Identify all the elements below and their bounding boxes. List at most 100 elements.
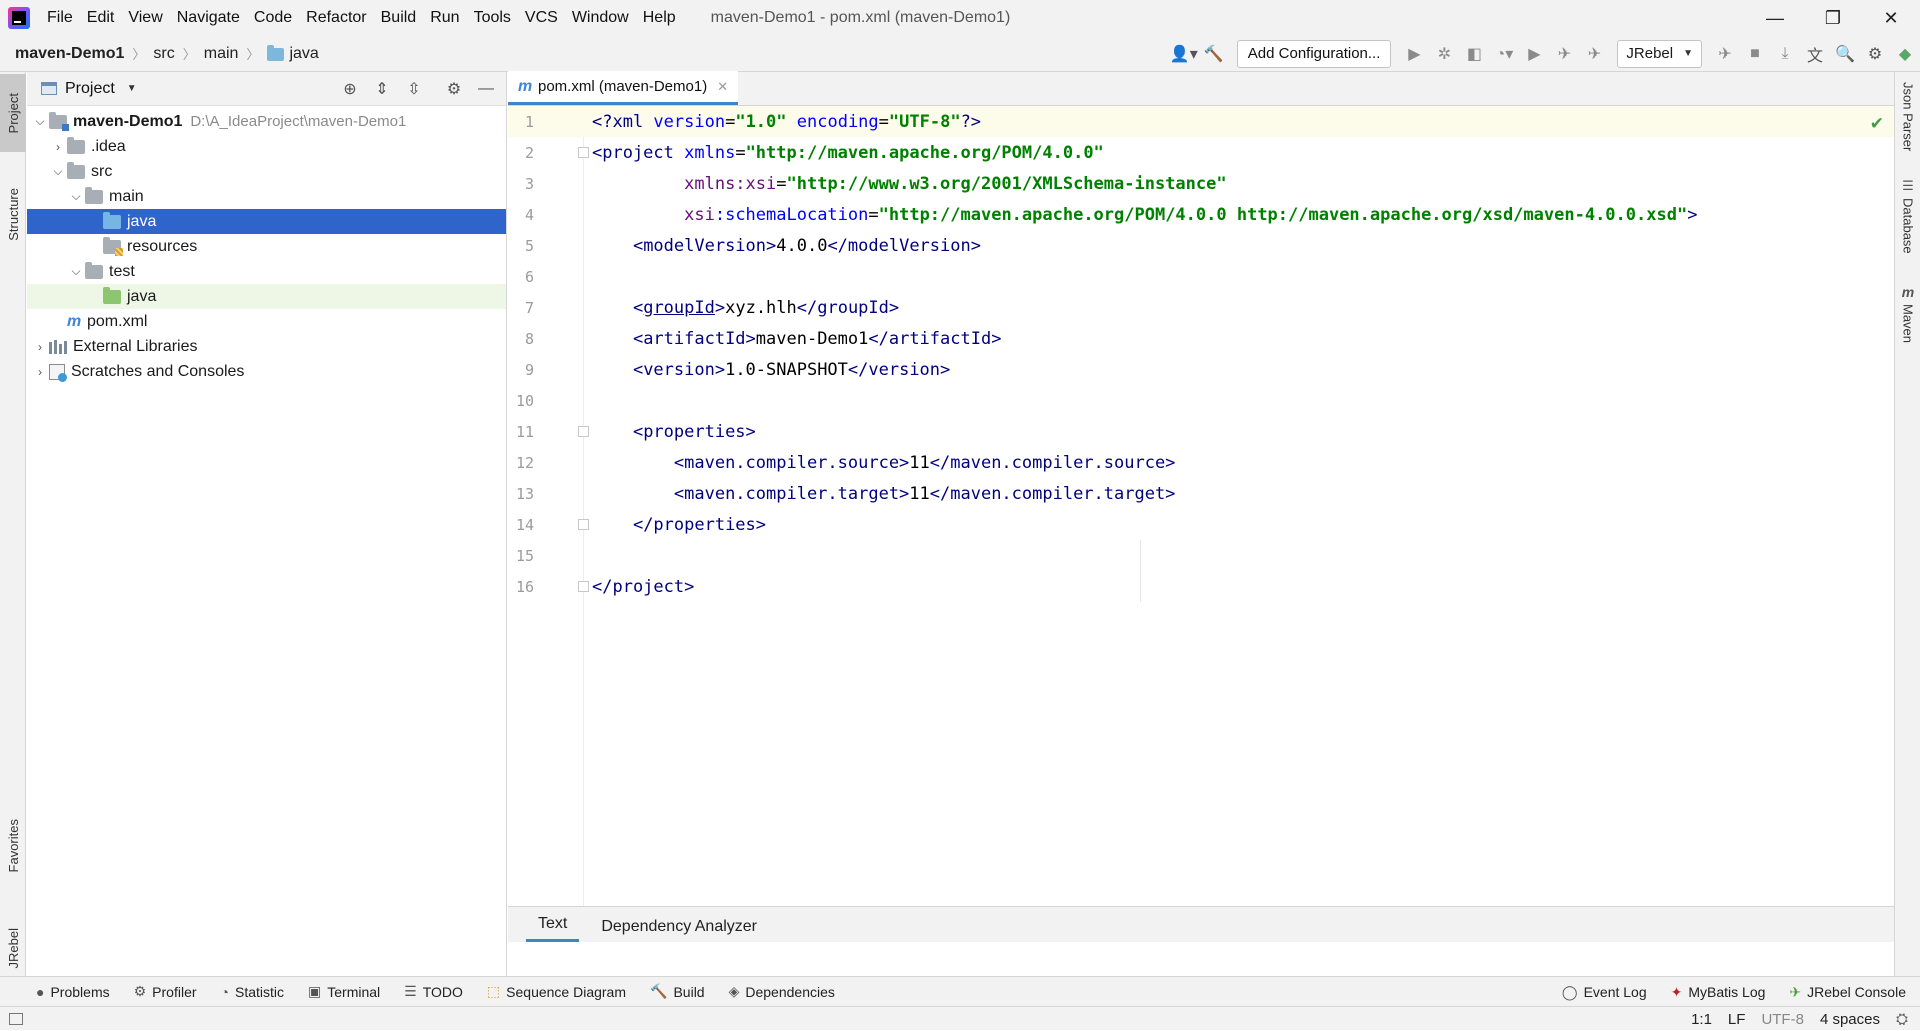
menu-window[interactable]: Window — [565, 0, 636, 36]
search-icon[interactable]: 🔍 — [1830, 39, 1860, 69]
menu-tools[interactable]: Tools — [467, 0, 518, 36]
todo-tool-button[interactable]: ☰ TODO — [404, 983, 463, 1000]
dependencies-tool-button[interactable]: ◈ Dependencies — [729, 983, 835, 1000]
fold-icon[interactable] — [578, 426, 589, 437]
chevron-right-icon[interactable]: › — [49, 140, 67, 154]
tab-dependency-analyzer[interactable]: Dependency Analyzer — [589, 918, 769, 942]
json-parser-tool-tab[interactable]: Json Parser — [1895, 82, 1920, 151]
breadcrumb-main[interactable]: main — [204, 45, 239, 63]
chevron-down-icon[interactable]: ⌵ — [67, 189, 85, 204]
problems-tool-button[interactable]: ● Problems — [36, 984, 110, 1000]
profile-icon[interactable]: ◔▾ — [1489, 39, 1519, 69]
tree-item-idea[interactable]: › .idea — [27, 134, 506, 159]
locate-file-icon[interactable]: ⊕ — [334, 74, 366, 104]
add-configuration-button[interactable]: Add Configuration... — [1236, 40, 1392, 68]
breadcrumb-java[interactable]: java — [289, 45, 318, 63]
menu-refactor[interactable]: Refactor — [299, 0, 373, 36]
chevron-down-icon[interactable]: ▼ — [127, 83, 137, 94]
chevron-down-icon[interactable]: ⌵ — [67, 264, 85, 279]
favorites-tool-tab[interactable]: Favorites — [0, 800, 26, 892]
title-bar: File Edit View Navigate Code Refactor Bu… — [0, 0, 1920, 36]
coverage-icon[interactable]: ◧ — [1459, 39, 1489, 69]
plugin-logo-icon[interactable]: ◆ — [1890, 39, 1920, 69]
fold-icon[interactable] — [578, 147, 589, 158]
debug-icon[interactable]: ✲ — [1429, 39, 1459, 69]
code-area[interactable]: 1 <?xml version="1.0" encoding="UTF-8"?>… — [508, 106, 1894, 906]
sequence-diagram-tool-button[interactable]: ⬚ Sequence Diagram — [487, 983, 626, 1000]
menu-help[interactable]: Help — [636, 0, 683, 36]
tree-item-test-java[interactable]: java — [27, 284, 506, 309]
maven-file-icon: m — [67, 312, 82, 330]
chevron-down-icon[interactable]: ⌵ — [49, 164, 67, 179]
caret-position[interactable]: 1:1 — [1691, 1011, 1712, 1028]
terminal-tool-button[interactable]: ▣ Terminal — [308, 983, 380, 1000]
user-account-icon[interactable]: 👤▾ — [1169, 39, 1199, 69]
translate-icon[interactable]: 文 — [1800, 39, 1830, 69]
build-tool-button[interactable]: 🔨 Build — [650, 983, 705, 1000]
chevron-right-icon[interactable]: › — [31, 340, 49, 354]
structure-tool-tab[interactable]: Structure — [0, 168, 26, 260]
jrebel-deploy-icon[interactable]: ✈ — [1710, 39, 1740, 69]
settings-gear-icon[interactable]: ⚙ — [438, 74, 470, 104]
project-panel-title[interactable]: Project — [65, 80, 115, 98]
menu-view[interactable]: View — [121, 0, 169, 36]
breadcrumb-project[interactable]: maven-Demo1 — [15, 45, 124, 63]
tree-item-pom[interactable]: m pom.xml — [27, 309, 506, 334]
toggle-tool-windows-icon[interactable] — [9, 1012, 23, 1025]
tree-item-src[interactable]: ⌵ src — [27, 159, 506, 184]
event-log-tool-button[interactable]: ◯ Event Log — [1562, 984, 1647, 1001]
editor-tab-pom[interactable]: m pom.xml (maven-Demo1) ✕ — [508, 71, 739, 105]
jrebel-run-icon[interactable]: ▶ — [1519, 39, 1549, 69]
close-button[interactable]: ✕ — [1862, 0, 1920, 36]
jrebel-debug-icon[interactable]: ✈ — [1549, 39, 1579, 69]
line-separator[interactable]: LF — [1728, 1011, 1746, 1028]
menu-code[interactable]: Code — [247, 0, 299, 36]
settings-gear-icon[interactable]: ⚙ — [1860, 39, 1890, 69]
jrebel-dropdown[interactable]: JRebel ▼ — [1617, 40, 1702, 68]
file-encoding[interactable]: UTF-8 — [1761, 1011, 1804, 1028]
inspection-profile-icon[interactable]: ⛭ — [1896, 1011, 1908, 1028]
line-number: 16 — [515, 577, 534, 596]
run-icon[interactable]: ▶ — [1399, 39, 1429, 69]
mybatis-log-tool-button[interactable]: ✦ MyBatis Log — [1671, 984, 1766, 1001]
hide-panel-icon[interactable]: — — [470, 74, 502, 104]
fold-icon[interactable] — [578, 519, 589, 530]
profiler-tool-button[interactable]: ⚙ Profiler — [134, 983, 197, 1000]
code-line: 15 — [508, 540, 1894, 571]
tab-text[interactable]: Text — [526, 915, 580, 942]
vcs-update-icon[interactable]: ⤓ — [1770, 39, 1800, 69]
chevron-right-icon[interactable]: › — [31, 365, 49, 379]
tree-item-external-libraries[interactable]: › External Libraries — [27, 334, 506, 359]
chevron-down-icon[interactable]: ⌵ — [31, 114, 49, 129]
menu-run[interactable]: Run — [423, 0, 466, 36]
restore-button[interactable]: ❐ — [1804, 0, 1862, 36]
jrebel-console-tool-button[interactable]: ✈ JRebel Console — [1789, 984, 1906, 1001]
tree-item-main[interactable]: ⌵ main — [27, 184, 506, 209]
indent-setting[interactable]: 4 spaces — [1820, 1011, 1880, 1028]
collapse-all-icon[interactable]: ⇳ — [398, 74, 430, 104]
fold-icon[interactable] — [578, 581, 589, 592]
breadcrumb-src[interactable]: src — [153, 45, 174, 63]
stop-icon[interactable]: ■ — [1740, 39, 1770, 69]
menu-edit[interactable]: Edit — [80, 0, 122, 36]
menu-file[interactable]: File — [40, 0, 80, 36]
menu-vcs[interactable]: VCS — [518, 0, 565, 36]
close-icon[interactable]: ✕ — [717, 79, 728, 95]
menu-navigate[interactable]: Navigate — [170, 0, 247, 36]
database-tool-tab[interactable]: ☰ Database — [1895, 178, 1920, 254]
tree-item-scratches[interactable]: › Scratches and Consoles — [27, 359, 506, 384]
minimize-button[interactable]: — — [1746, 0, 1804, 36]
build-hammer-icon[interactable]: 🔨 — [1199, 39, 1229, 69]
menu-build[interactable]: Build — [374, 0, 424, 36]
check-icon[interactable]: ✔ — [1870, 114, 1884, 134]
expand-all-icon[interactable]: ⇕ — [366, 74, 398, 104]
code-text: <maven.compiler.source>11</maven.compile… — [673, 452, 1176, 473]
maven-tool-tab[interactable]: m Maven — [1895, 284, 1920, 343]
project-tool-tab[interactable]: Project — [0, 74, 26, 152]
tree-item-main-java[interactable]: java — [27, 209, 506, 234]
tree-item-project-root[interactable]: ⌵ maven-Demo1 D:\A_IdeaProject\maven-Dem… — [27, 109, 506, 134]
statistic-tool-button[interactable]: ◔ Statistic — [221, 984, 284, 1000]
jrebel-update-icon[interactable]: ✈ — [1579, 39, 1609, 69]
tree-item-test[interactable]: ⌵ test — [27, 259, 506, 284]
tree-item-resources[interactable]: resources — [27, 234, 506, 259]
